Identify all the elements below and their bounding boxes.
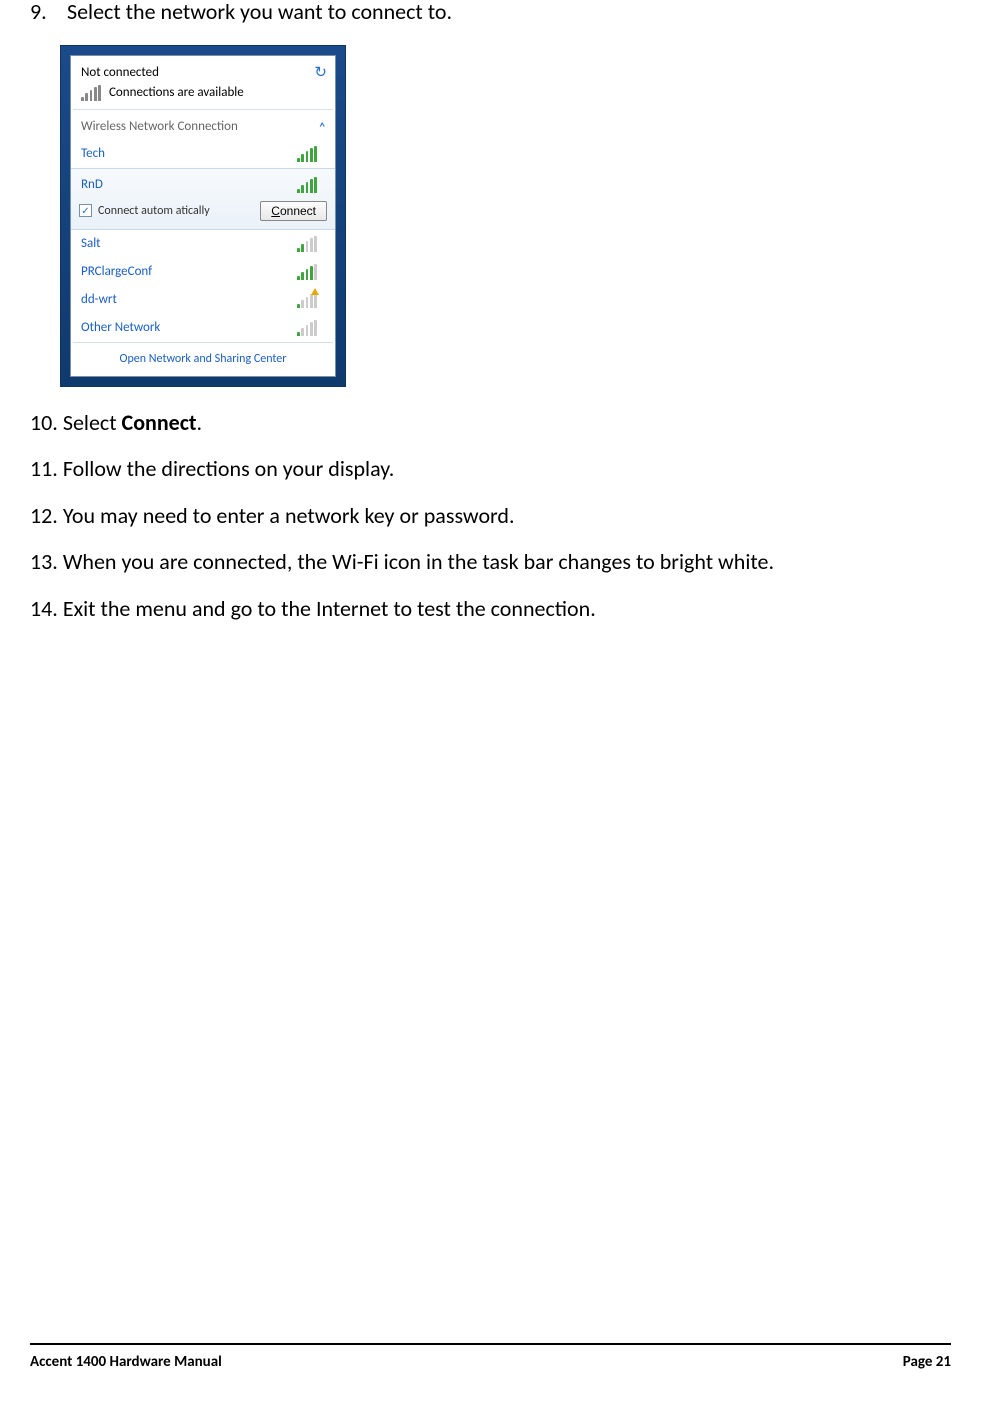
signal-bars-icon <box>297 177 317 193</box>
step-number: 13. <box>30 548 58 575</box>
step-number: 12. <box>30 502 58 529</box>
flyout-border: Not connected ↻ Connections are availabl… <box>60 45 346 387</box>
network-item-prclargeconf[interactable]: PRClargeConf <box>71 258 335 286</box>
signal-bars-icon <box>297 236 317 252</box>
network-item-salt[interactable]: Salt <box>71 230 335 258</box>
status-text: Not connected <box>81 65 159 80</box>
network-item-other[interactable]: Other Network <box>71 314 335 342</box>
availability-text: Connections are available <box>109 85 244 100</box>
network-item-tech[interactable]: Tech <box>71 140 335 168</box>
checkbox-label: Connect autom atically <box>98 204 210 218</box>
page-footer: Accent 1400 Hardware Manual Page 21 <box>30 1343 951 1371</box>
open-network-center-link[interactable]: Open Network and Sharing Center <box>71 343 335 376</box>
network-name: Tech <box>81 146 105 161</box>
step-number: 14. <box>30 595 58 622</box>
footer-rule <box>30 1343 951 1345</box>
section-label: Wireless Network Connection <box>81 119 238 134</box>
network-name: PRClargeConf <box>81 264 152 279</box>
network-name: Other Network <box>81 320 160 335</box>
connect-controls: ✓ Connect autom atically Connect <box>71 201 335 221</box>
step-text: Follow the directions on your display. <box>63 455 394 482</box>
step-13: 13. When you are connected, the Wi-Fi ic… <box>30 548 951 577</box>
connect-button[interactable]: Connect <box>260 201 327 221</box>
step-number: 9. <box>30 0 62 27</box>
network-name: dd-wrt <box>81 292 117 307</box>
link-text: Open Network and Sharing Center <box>120 352 287 366</box>
chevron-up-icon: ^ <box>320 120 325 133</box>
step-suffix: . <box>197 409 203 436</box>
step-text: When you are connected, the Wi-Fi icon i… <box>63 548 774 575</box>
step-10: 10. Select Connect. <box>30 409 951 438</box>
step-text: Exit the menu and go to the Internet to … <box>63 595 596 622</box>
flyout-panel: Not connected ↻ Connections are availabl… <box>70 55 336 377</box>
checkbox-icon: ✓ <box>79 204 92 217</box>
signal-bars-icon <box>297 320 317 336</box>
network-item-rnd-selected[interactable]: RnD ✓ Connect autom atically Connect <box>71 168 335 230</box>
signal-bars-icon <box>297 146 317 162</box>
footer-page: Page 21 <box>903 1353 951 1371</box>
screenshot-wireless-flyout: Not connected ↻ Connections are availabl… <box>60 45 951 387</box>
step-text: You may need to enter a network key or p… <box>63 502 515 529</box>
network-name: Salt <box>81 236 101 251</box>
connect-automatically-checkbox[interactable]: ✓ Connect autom atically <box>79 204 210 218</box>
signal-bars-icon <box>81 85 101 101</box>
refresh-icon[interactable]: ↻ <box>314 63 327 82</box>
step-number: 11. <box>30 455 58 482</box>
signal-bars-icon <box>297 264 317 280</box>
step-14: 14. Exit the menu and go to the Internet… <box>30 595 951 624</box>
network-item-ddwrt[interactable]: dd-wrt <box>71 286 335 314</box>
step-prefix: Select <box>63 409 122 436</box>
step-text: Select the network you want to connect t… <box>67 0 452 25</box>
availability-row: Connections are available <box>71 85 335 109</box>
status-row: Not connected ↻ <box>71 56 335 85</box>
connect-rest: onnect <box>280 204 316 218</box>
step-12: 12. You may need to enter a network key … <box>30 502 951 531</box>
step-11: 11. Follow the directions on your displa… <box>30 455 951 484</box>
connect-underline: C <box>271 204 280 218</box>
footer-title: Accent 1400 Hardware Manual <box>30 1353 222 1371</box>
network-name: RnD <box>81 177 103 192</box>
step-9: 9. Select the network you want to connec… <box>30 0 951 27</box>
step-number: 10. <box>30 409 58 436</box>
wireless-section-header[interactable]: Wireless Network Connection ^ <box>71 110 335 140</box>
step-bold: Connect <box>122 409 197 436</box>
signal-bars-warning-icon <box>297 292 317 308</box>
